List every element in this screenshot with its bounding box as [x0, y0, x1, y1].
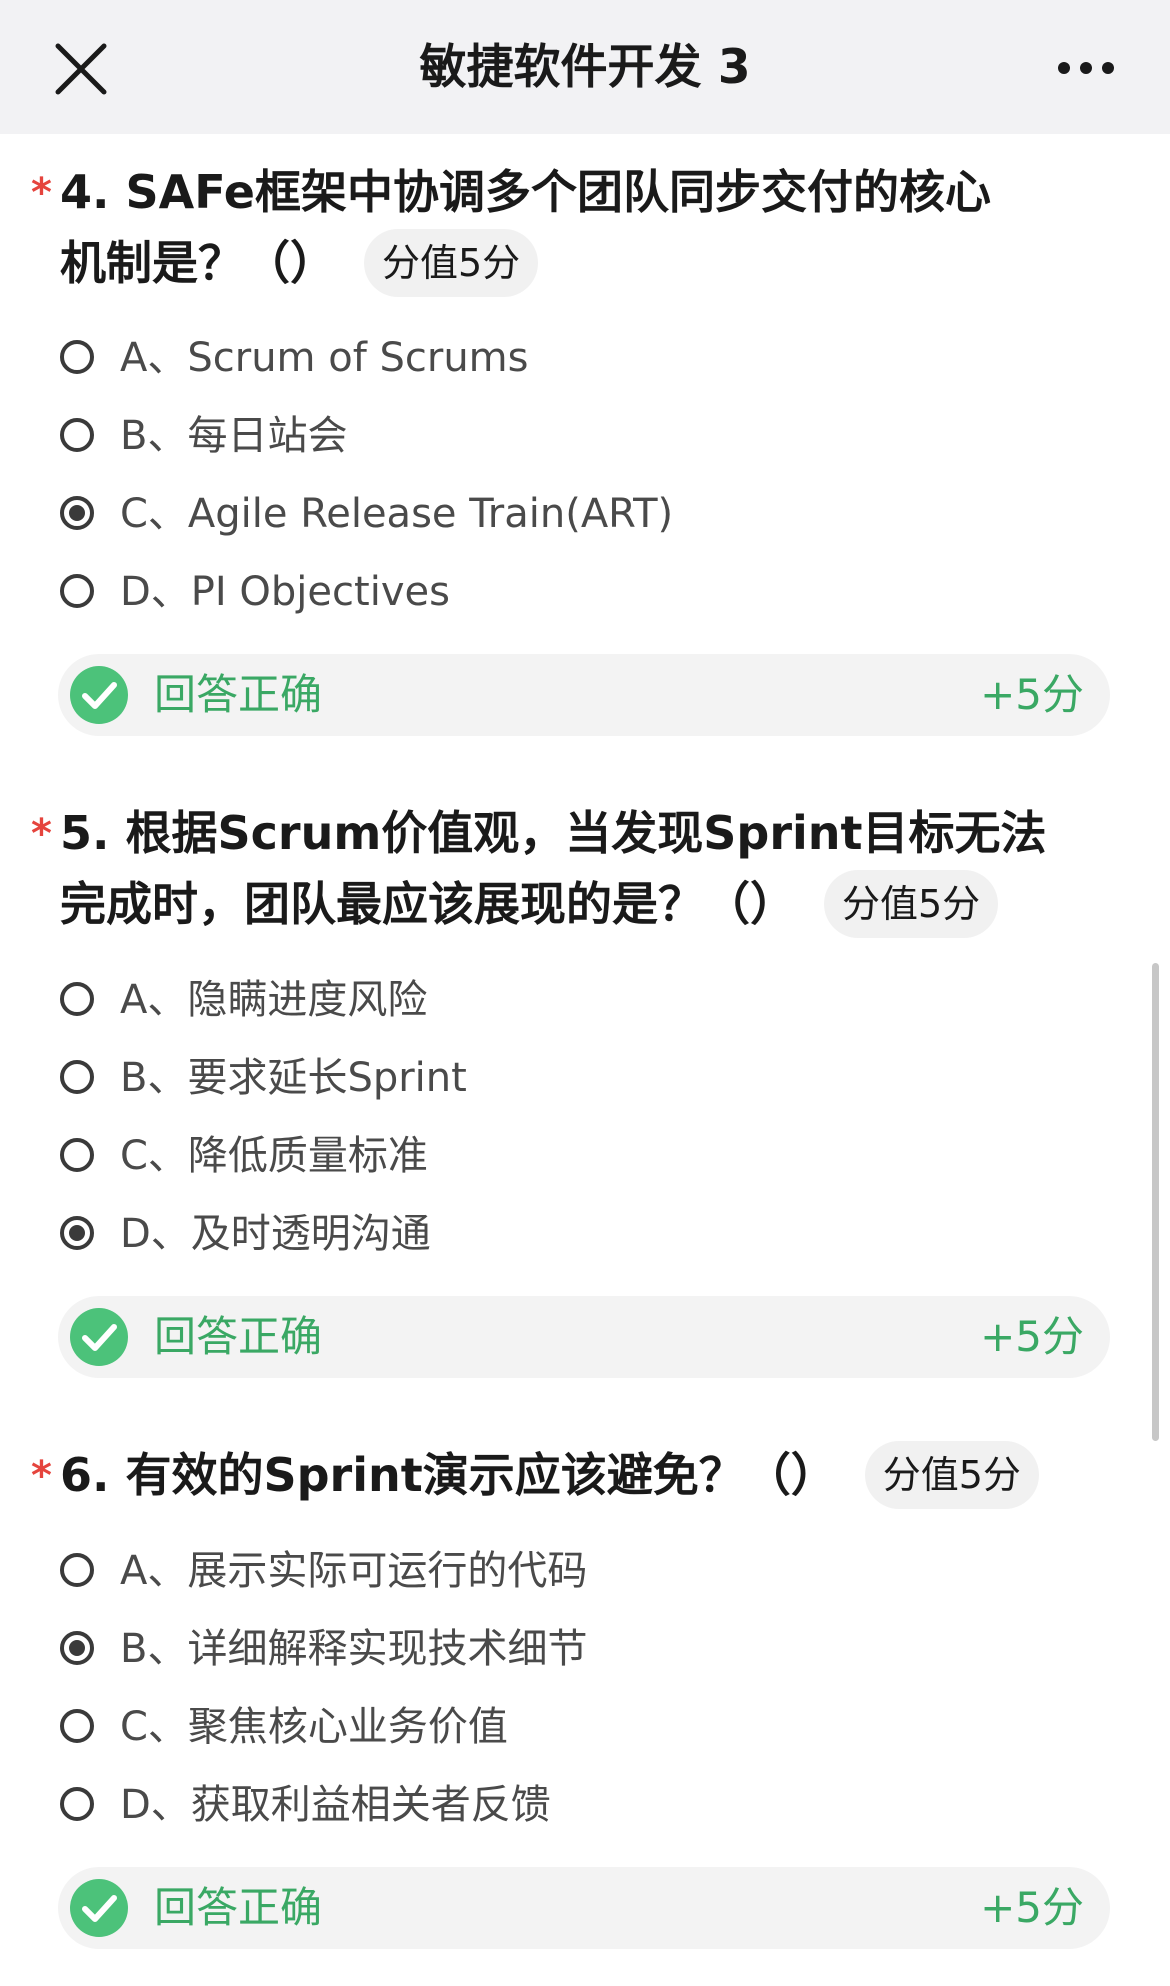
check-circle-icon [70, 666, 128, 724]
option-label: B、要求延长Sprint [120, 1055, 467, 1101]
result-points: +5分 [980, 1883, 1084, 1932]
option-label: A、隐瞒进度风险 [120, 977, 428, 1023]
option-b[interactable]: B、详细解释实现技术细节 [58, 1619, 1098, 1679]
option-d[interactable]: D、PI Objectives [58, 562, 1098, 622]
radio-button[interactable] [60, 1787, 94, 1821]
result-text: 回答正确 [154, 1312, 323, 1361]
option-label: C、降低质量标准 [120, 1133, 428, 1179]
question-title-line: 4. SAFe框架中协调多个团队同步交付的核心 [60, 165, 991, 219]
radio-button-selected[interactable] [60, 1631, 94, 1665]
option-label: B、详细解释实现技术细节 [120, 1626, 588, 1672]
radio-button[interactable] [60, 1060, 94, 1094]
option-c[interactable]: C、聚焦核心业务价值 [58, 1697, 1098, 1757]
result-points: +5分 [980, 670, 1084, 719]
more-button[interactable] [1056, 52, 1116, 84]
answer-result: 回答正确 +5分 [58, 654, 1110, 736]
radio-button[interactable] [60, 574, 94, 608]
option-a[interactable]: A、展示实际可运行的代码 [58, 1541, 1098, 1601]
question-title: 4. SAFe框架中协调多个团队同步交付的核心 机制是？（） 分值5分 [60, 157, 1100, 301]
check-circle-icon [70, 1879, 128, 1937]
option-label: B、每日站会 [120, 413, 348, 459]
answer-result: 回答正确 +5分 [58, 1867, 1110, 1949]
option-c[interactable]: C、Agile Release Train(ART) [58, 484, 1098, 544]
check-circle-icon [70, 1308, 128, 1366]
radio-button-selected[interactable] [60, 496, 94, 530]
option-c[interactable]: C、降低质量标准 [58, 1126, 1098, 1186]
question-title-line: 机制是？（） [60, 236, 336, 290]
result-points: +5分 [980, 1312, 1084, 1361]
question-title: 5. 根据Scrum价值观，当发现Sprint目标无法 完成时，团队最应该展现的… [60, 798, 1100, 942]
result-text: 回答正确 [154, 1883, 323, 1932]
required-mark: * [31, 811, 52, 857]
radio-button[interactable] [60, 418, 94, 452]
option-label: A、Scrum of Scrums [120, 335, 529, 381]
option-b[interactable]: B、要求延长Sprint [58, 1048, 1098, 1108]
radio-button[interactable] [60, 1709, 94, 1743]
radio-button-selected[interactable] [60, 1216, 94, 1250]
option-d[interactable]: D、获取利益相关者反馈 [58, 1775, 1098, 1835]
score-badge: 分值5分 [364, 228, 539, 297]
option-label: D、获取利益相关者反馈 [120, 1782, 551, 1828]
question-title-line: 5. 根据Scrum价值观，当发现Sprint目标无法 [60, 806, 1047, 860]
radio-button[interactable] [60, 340, 94, 374]
more-horizontal-icon [1058, 62, 1114, 74]
question-title: 6. 有效的Sprint演示应该避免？（） 分值5分 [60, 1440, 1100, 1513]
required-mark: * [31, 170, 52, 216]
scrollbar[interactable] [1152, 963, 1159, 1441]
required-mark: * [31, 1453, 52, 1499]
answer-result: 回答正确 +5分 [58, 1296, 1110, 1378]
page-title: 敏捷软件开发 3 [419, 40, 751, 95]
option-b[interactable]: B、每日站会 [58, 406, 1098, 466]
option-label: D、及时透明沟通 [120, 1211, 431, 1257]
option-d[interactable]: D、及时透明沟通 [58, 1204, 1098, 1264]
score-badge: 分值5分 [864, 1440, 1039, 1509]
option-label: D、PI Objectives [120, 569, 450, 615]
result-text: 回答正确 [154, 670, 323, 719]
radio-button[interactable] [60, 1138, 94, 1172]
question-title-line: 6. 有效的Sprint演示应该避免？（） [60, 1448, 837, 1502]
option-a[interactable]: A、Scrum of Scrums [58, 328, 1098, 388]
radio-button[interactable] [60, 1553, 94, 1587]
question-title-line: 完成时，团队最应该展现的是？（） [60, 877, 796, 931]
nav-bar: 敏捷软件开发 3 [0, 0, 1170, 134]
option-label: C、Agile Release Train(ART) [120, 491, 674, 537]
score-badge: 分值5分 [824, 869, 999, 938]
option-label: A、展示实际可运行的代码 [120, 1548, 588, 1594]
option-a[interactable]: A、隐瞒进度风险 [58, 970, 1098, 1030]
option-label: C、聚焦核心业务价值 [120, 1704, 508, 1750]
radio-button[interactable] [60, 982, 94, 1016]
